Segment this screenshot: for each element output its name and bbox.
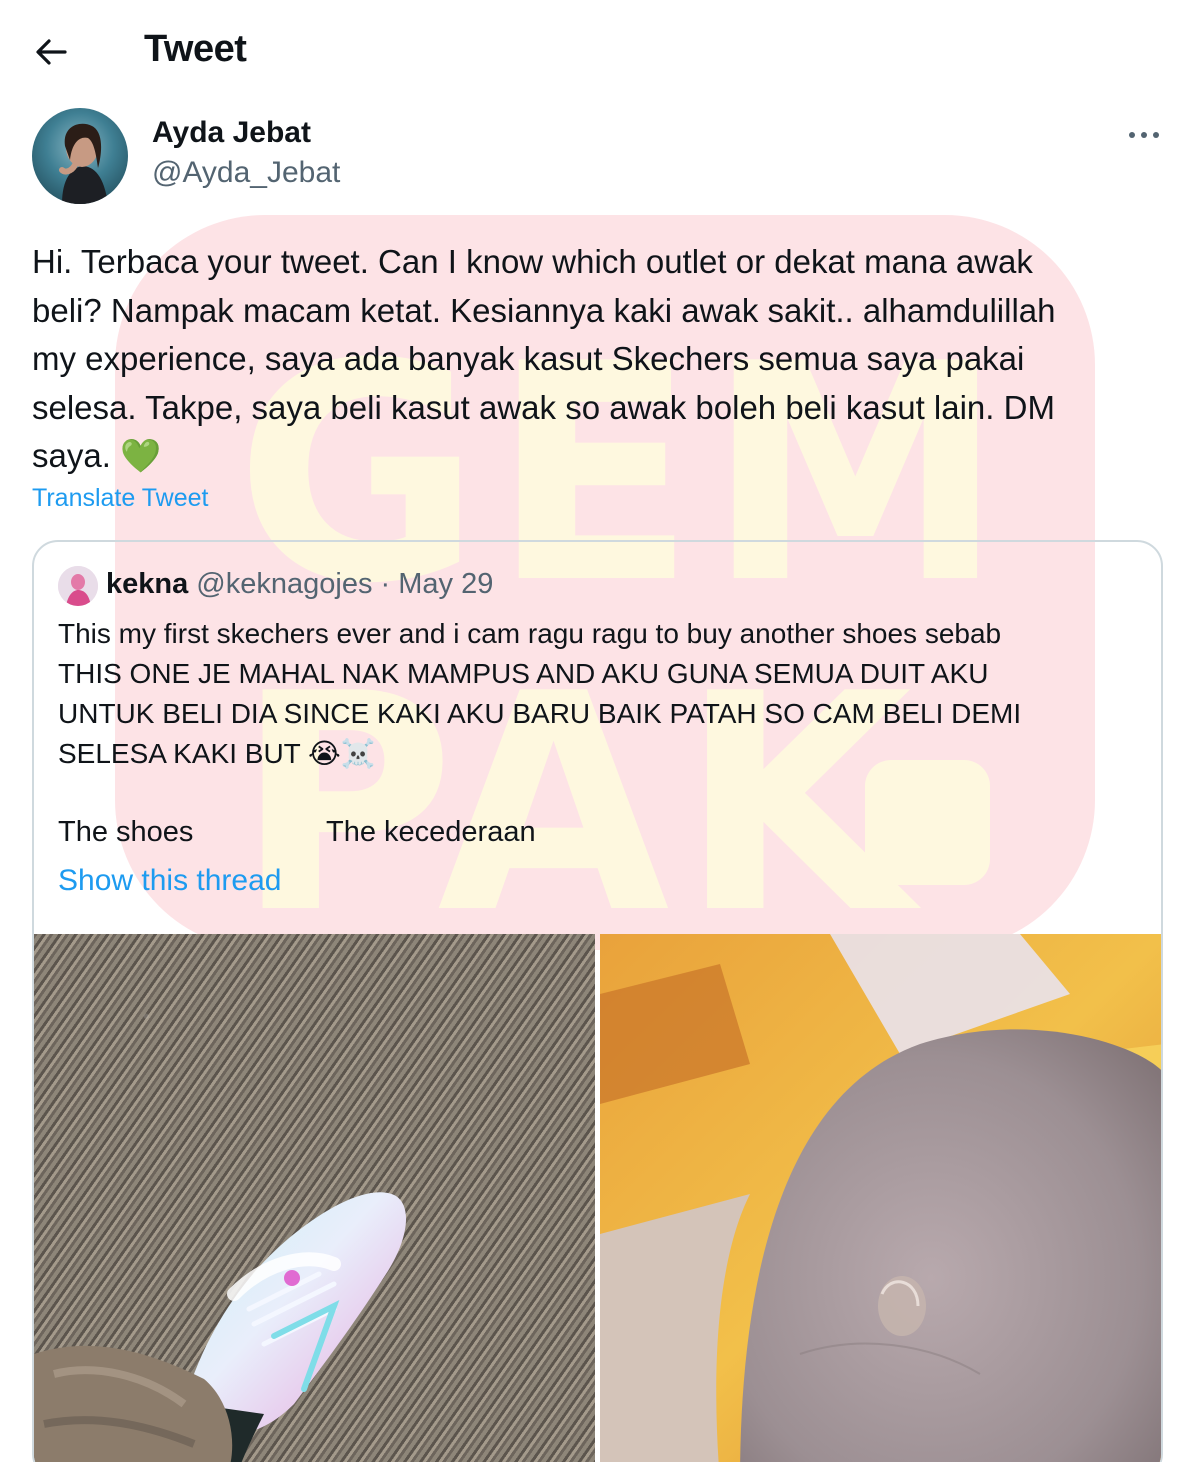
arrow-left-icon	[36, 39, 67, 65]
show-thread-link[interactable]: Show this thread	[58, 864, 281, 898]
author-handle[interactable]: @Ayda_Jebat	[152, 156, 340, 190]
media-photo-shoes[interactable]	[34, 934, 595, 1462]
media-photo-injury[interactable]	[600, 934, 1161, 1462]
translate-tweet-link[interactable]: Translate Tweet	[32, 484, 208, 513]
author-avatar[interactable]	[32, 108, 128, 204]
tweet-text: Hi. Terbaca your tweet. Can I know which…	[32, 238, 1152, 481]
quoted-author-avatar[interactable]	[58, 566, 98, 606]
tweet-text-line: selesa. Takpe, saya beli kasut awak so a…	[32, 388, 1055, 426]
quoted-text: This my first skechers ever and i cam ra…	[58, 614, 1138, 774]
tweet-text-line: saya. 💚	[32, 437, 162, 474]
tweet-text-line: my experience, saya ada banyak kasut Ske…	[32, 340, 1025, 377]
caption-left: The shoes	[58, 816, 194, 848]
separator-dot: ·	[380, 568, 391, 600]
back-button[interactable]	[28, 30, 74, 74]
tweet-text-line: beli? Nampak macam ketat. Kesiannya kaki…	[32, 291, 1056, 329]
quoted-header: kekna @keknagojes · May 29	[106, 568, 493, 601]
quoted-text-line: UNTUK BELI DIA SINCE KAKI AKU BARU BAIK …	[58, 698, 1022, 729]
quoted-text-line: SELESA KAKI BUT 😭☠️	[58, 738, 376, 769]
more-horizontal-icon	[1129, 132, 1159, 138]
quoted-date[interactable]: May 29	[398, 568, 493, 600]
author-name[interactable]: Ayda Jebat	[152, 116, 311, 150]
tweet-page: GEM PAK Tweet Ayda Jebat @Ayda_Jebat Hi.…	[0, 0, 1198, 1462]
more-options-button[interactable]	[1122, 118, 1166, 152]
caption-right: The kecederaan	[326, 816, 536, 848]
top-bar: Tweet	[0, 0, 1198, 100]
quoted-author-handle[interactable]: @keknagojes	[196, 568, 372, 600]
page-title: Tweet	[144, 28, 247, 70]
tweet-text-line: Hi. Terbaca your tweet. Can I know which…	[32, 243, 1033, 280]
quoted-tweet[interactable]: kekna @keknagojes · May 29 This my first…	[32, 540, 1163, 1462]
quoted-author-name[interactable]: kekna	[106, 568, 188, 600]
quoted-text-line: This my first skechers ever and i cam ra…	[58, 618, 1002, 649]
quoted-text-line: THIS ONE JE MAHAL NAK MAMPUS AND AKU GUN…	[58, 658, 989, 689]
